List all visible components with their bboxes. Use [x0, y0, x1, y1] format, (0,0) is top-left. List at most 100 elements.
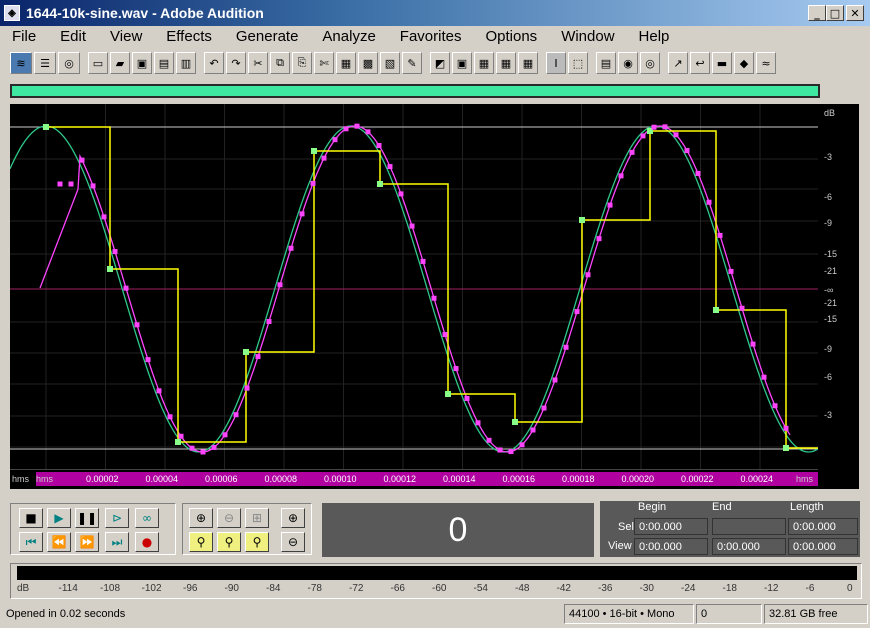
- grid3-icon[interactable]: ▦: [518, 52, 538, 74]
- end-header: End: [712, 501, 732, 513]
- markers-icon[interactable]: ▣: [452, 52, 472, 74]
- sample-point: [288, 245, 294, 251]
- menu-help[interactable]: Help: [627, 28, 682, 45]
- cd-view-icon[interactable]: ◎: [58, 52, 80, 74]
- menu-favorites[interactable]: Favorites: [388, 28, 474, 45]
- sel-end-field[interactable]: [712, 518, 786, 535]
- meter-label: -78: [307, 583, 322, 594]
- go-to-end-button[interactable]: ⏭: [105, 532, 129, 552]
- sphere-icon[interactable]: ◆: [734, 52, 754, 74]
- view-label: View: [608, 540, 632, 552]
- menu-window[interactable]: Window: [549, 28, 626, 45]
- play-to-end-button[interactable]: ⊳: [105, 508, 129, 528]
- sample-point: [596, 236, 602, 242]
- ruler-unit-left: hms: [12, 474, 30, 484]
- undo-icon[interactable]: ↶: [204, 52, 224, 74]
- overview-scrollbar[interactable]: [10, 84, 820, 98]
- maximize-button[interactable]: □: [826, 5, 844, 21]
- fast-forward-button[interactable]: ⏩: [75, 532, 99, 552]
- waveform-display[interactable]: hms hms hms 0.00002 0.00004 0.00006 0.00008…: [10, 104, 859, 489]
- zoom-left-icon[interactable]: ⚲: [217, 532, 241, 552]
- minimize-button[interactable]: _: [808, 5, 826, 21]
- sample-point: [167, 414, 173, 420]
- spectral-view-icon[interactable]: ▤: [596, 52, 616, 74]
- menu-file[interactable]: File: [0, 28, 48, 45]
- app-icon[interactable]: ◈: [4, 5, 20, 21]
- stop-button[interactable]: ■: [19, 508, 43, 528]
- envelope-icon[interactable]: ◩: [430, 52, 450, 74]
- sample-point: [79, 157, 85, 163]
- sample-point: [530, 427, 536, 433]
- paste-icon[interactable]: ▦: [336, 52, 356, 74]
- save-as-icon[interactable]: ▤: [154, 52, 174, 74]
- rewind-button[interactable]: ⏪: [47, 532, 71, 552]
- record-button[interactable]: ●: [135, 532, 159, 552]
- ruler-tick-label: 0.00014: [443, 474, 476, 484]
- menu-effects[interactable]: Effects: [154, 28, 224, 45]
- multitrack-view-icon[interactable]: ☰: [34, 52, 56, 74]
- view-length-field[interactable]: 0:00.000: [788, 538, 858, 555]
- sample-point: [618, 173, 624, 179]
- sample-point: [431, 295, 437, 301]
- zoom-right-icon[interactable]: ⚲: [245, 532, 269, 552]
- sample-point: [101, 214, 107, 220]
- sel-begin-field[interactable]: 0:00.000: [634, 518, 708, 535]
- step-marker: [579, 217, 585, 223]
- wave-tool-icon[interactable]: ≈: [756, 52, 776, 74]
- sample-point: [640, 133, 646, 139]
- zoom-view-icon[interactable]: ◉: [618, 52, 638, 74]
- copy-new-icon[interactable]: ⎘: [292, 52, 312, 74]
- time-selection-tool-icon[interactable]: I: [546, 52, 566, 74]
- trim-icon[interactable]: ✄: [314, 52, 334, 74]
- zoom-to-selection-icon[interactable]: ⚲: [189, 532, 213, 552]
- save-all-icon[interactable]: ▥: [176, 52, 196, 74]
- menu-options[interactable]: Options: [473, 28, 549, 45]
- copy-icon[interactable]: ⧉: [270, 52, 290, 74]
- view-end-field[interactable]: 0:00.000: [712, 538, 786, 555]
- menu-generate[interactable]: Generate: [224, 28, 311, 45]
- close-button[interactable]: ✕: [846, 5, 864, 21]
- zoom-full-icon[interactable]: ⊞: [245, 508, 269, 528]
- loop-button[interactable]: ∞: [135, 508, 159, 528]
- db-tick-label: -9: [824, 218, 833, 228]
- go-to-start-button[interactable]: ⏮: [19, 532, 43, 552]
- step-marker: [713, 307, 719, 313]
- selection-view-panel: Begin End Length Sel View 0:00.000 0:00.…: [600, 501, 860, 557]
- menu-analyze[interactable]: Analyze: [310, 28, 387, 45]
- open-file-icon[interactable]: ▰: [110, 52, 130, 74]
- zoom-in-vertical-icon[interactable]: ⊕: [281, 508, 305, 528]
- db-tick-label: -9: [824, 344, 833, 354]
- zoom-in-horizontal-icon[interactable]: ⊕: [189, 508, 213, 528]
- edit-icon[interactable]: ✎: [402, 52, 422, 74]
- cut-icon[interactable]: ✂: [248, 52, 268, 74]
- menu-view[interactable]: View: [98, 28, 154, 45]
- step-marker: [377, 181, 383, 187]
- meter-label: -60: [432, 583, 447, 594]
- level-icon[interactable]: ▬: [712, 52, 732, 74]
- ruler-unit-right: hms: [796, 474, 814, 484]
- menu-edit[interactable]: Edit: [48, 28, 98, 45]
- marquee-tool-icon[interactable]: ⬚: [568, 52, 588, 74]
- zoom-out-horizontal-icon[interactable]: ⊖: [217, 508, 241, 528]
- redo-icon[interactable]: ↷: [226, 52, 246, 74]
- back-icon[interactable]: ↩: [690, 52, 710, 74]
- cursor-tool-icon[interactable]: ↗: [668, 52, 688, 74]
- sample-point: [761, 374, 767, 380]
- title-bar: ◈ 1644-10k-sine.wav - Adobe Audition _ □…: [0, 0, 870, 26]
- save-icon[interactable]: ▣: [132, 52, 152, 74]
- waveform-view-icon[interactable]: ≋: [10, 52, 32, 74]
- grid2-icon[interactable]: ▦: [496, 52, 516, 74]
- play-button[interactable]: ▶: [47, 508, 71, 528]
- pause-button[interactable]: ❚❚: [75, 508, 99, 528]
- sel-length-field[interactable]: 0:00.000: [788, 518, 858, 535]
- mix-paste-icon[interactable]: ▧: [380, 52, 400, 74]
- paste-new-icon[interactable]: ▩: [358, 52, 378, 74]
- sample-point: [508, 449, 514, 455]
- sample-point: [464, 395, 470, 401]
- view-begin-field[interactable]: 0:00.000: [634, 538, 708, 555]
- db-tick-label: dB: [824, 108, 836, 118]
- grid-icon[interactable]: ▦: [474, 52, 494, 74]
- zoom-out-vertical-icon[interactable]: ⊖: [281, 532, 305, 552]
- target-icon[interactable]: ◎: [640, 52, 660, 74]
- new-file-icon[interactable]: ▭: [88, 52, 108, 74]
